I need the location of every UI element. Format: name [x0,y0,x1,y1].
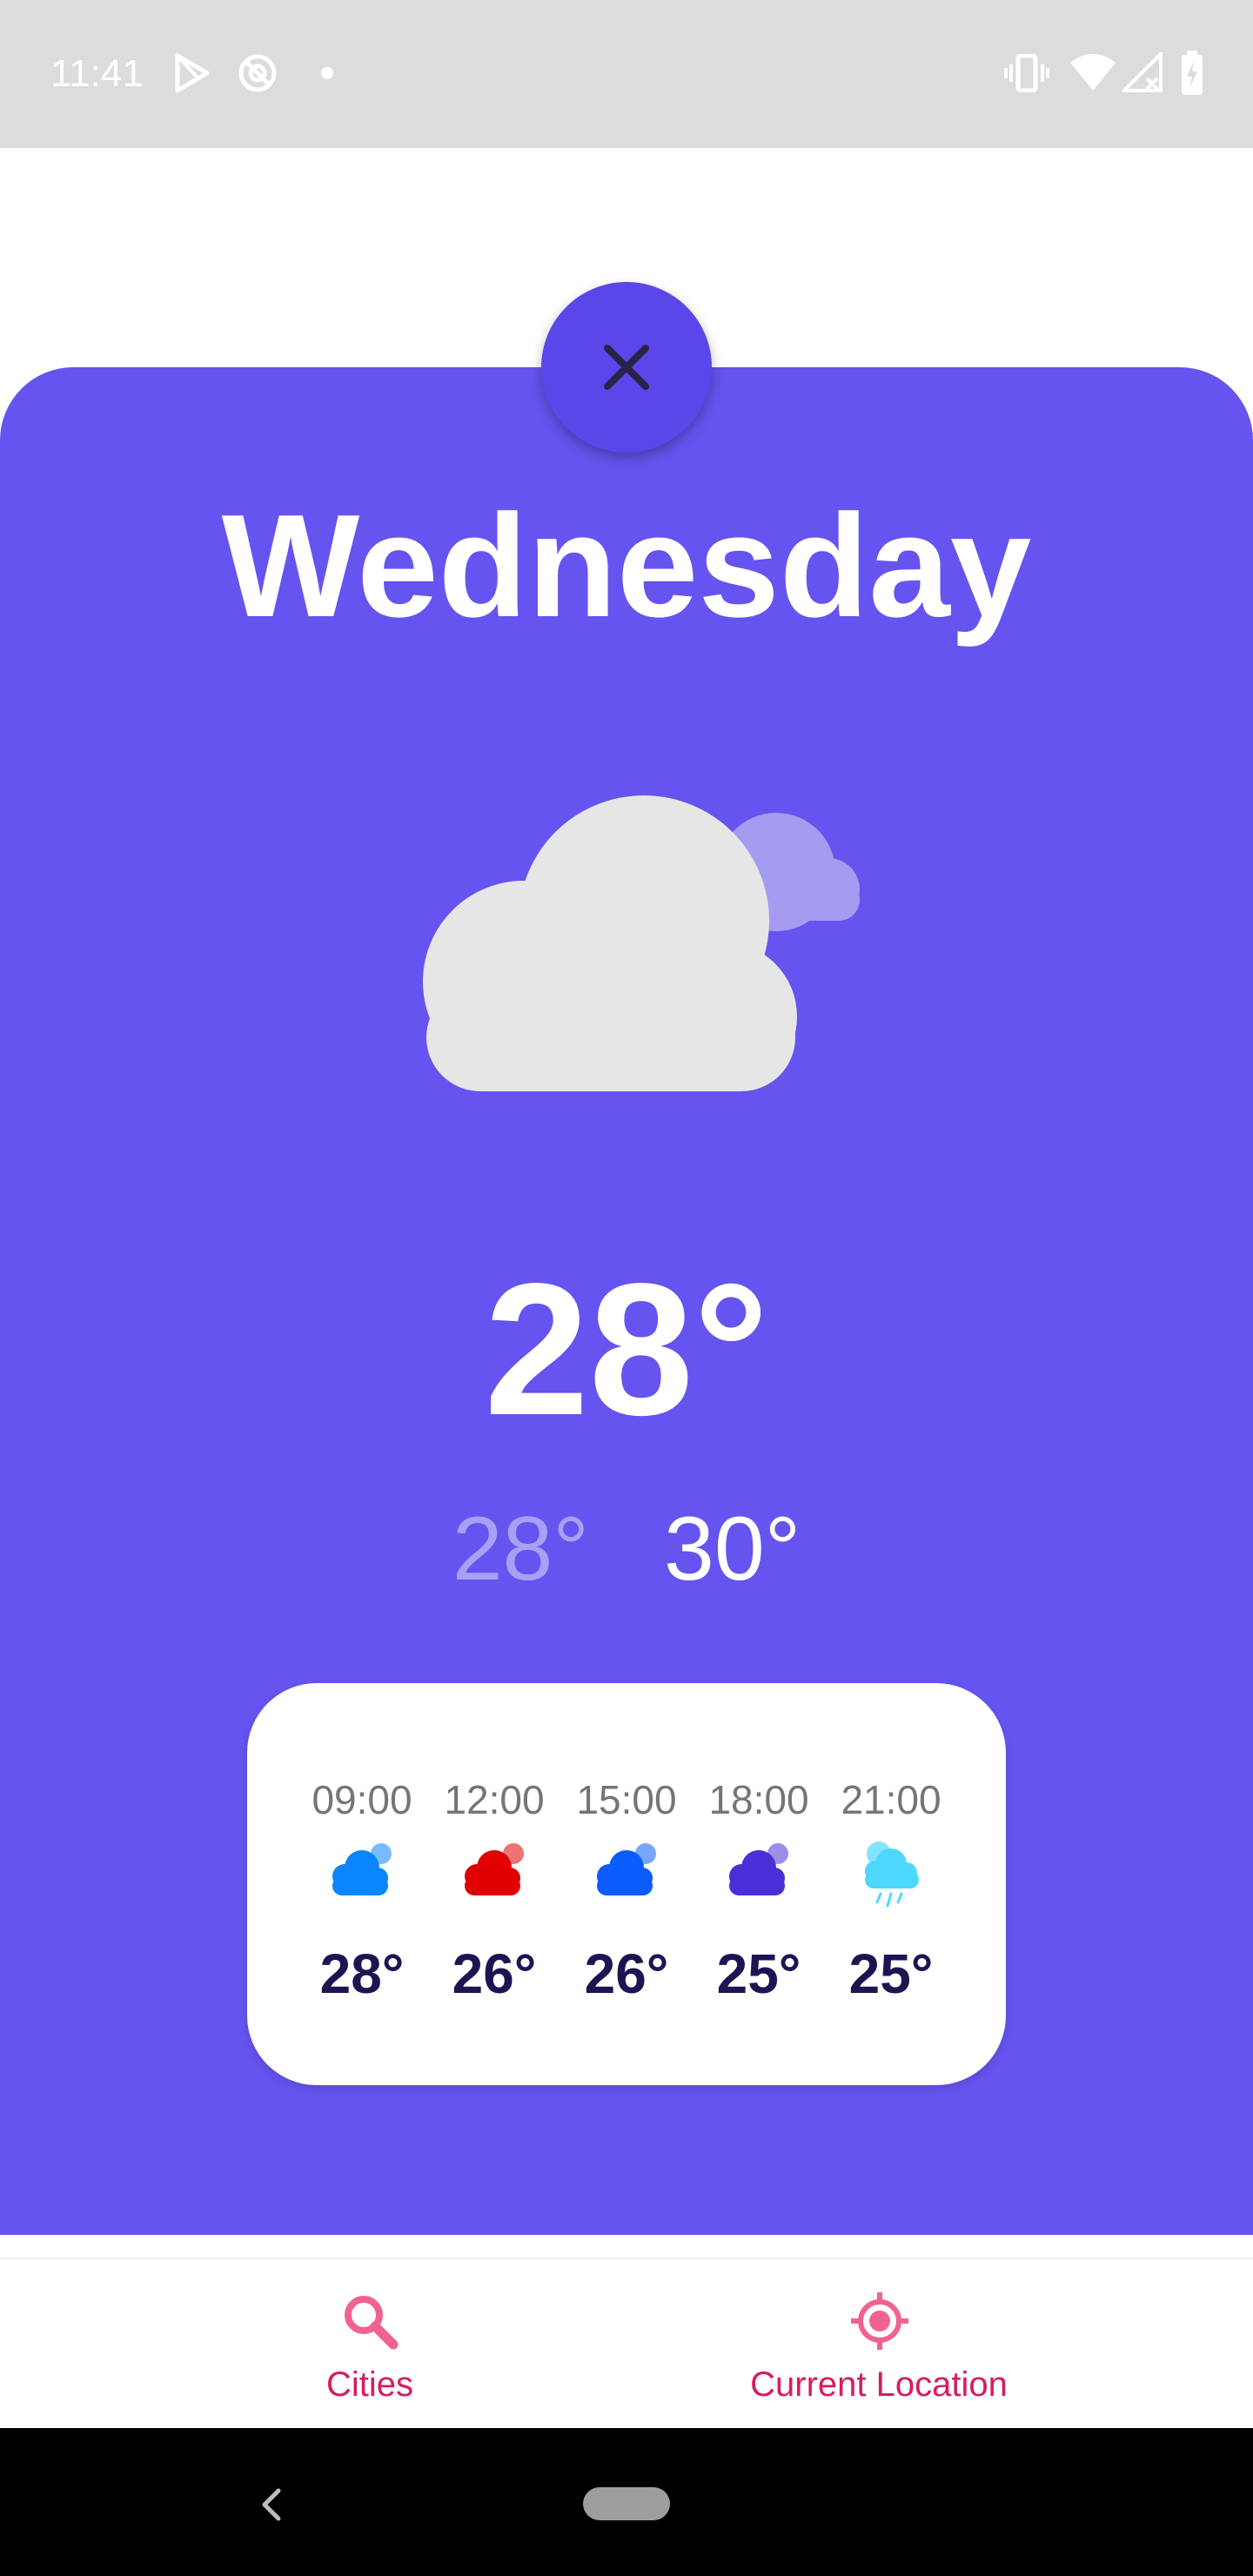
bottom-navigation: Cities Current Location [0,2257,1253,2430]
search-icon [339,2291,400,2356]
home-button[interactable] [583,2487,670,2520]
hour-temperature: 25° [716,1942,801,2005]
nav-item-current-location[interactable]: Current Location [679,2259,1079,2430]
wifi-icon [1069,52,1117,97]
vibrate-icon [1004,53,1049,97]
nav-label-current-location: Current Location [750,2365,1008,2404]
location-target-icon [849,2291,910,2356]
hourly-item: 18:00 25° [693,1683,825,2085]
status-bar: 11:41 [0,0,1253,148]
close-button[interactable] [541,282,712,453]
hourly-forecast-card: 09:00 28° 12:00 26° 15:00 26° 18:00 25° … [247,1683,1006,2085]
back-icon[interactable] [258,2485,284,2528]
cloud-icon [724,1840,794,1902]
hour-time: 09:00 [312,1777,412,1822]
hourly-item: 09:00 28° [296,1683,428,2085]
hourly-item: 12:00 26° [428,1683,560,2085]
hour-temperature: 26° [584,1942,669,2005]
temperature-range: 28° 30° [0,1497,1253,1601]
current-temperature: 28° [484,1244,769,1454]
cloudy-icon [392,792,861,1101]
hour-temperature: 26° [452,1942,537,2005]
cloud-icon [459,1840,529,1902]
close-icon [602,343,651,392]
day-title: Wednesday [221,484,1032,647]
hour-time: 18:00 [708,1777,809,1822]
hour-time: 12:00 [444,1777,545,1822]
max-temperature: 30° [664,1499,801,1600]
hour-time: 21:00 [841,1777,941,1822]
nav-label-cities: Cities [325,2365,414,2404]
min-temperature: 28° [452,1499,589,1600]
battery-charging-icon [1180,50,1204,100]
hourly-item: 21:00 25° [825,1683,957,2085]
hour-time: 15:00 [576,1777,677,1822]
cloud-icon [592,1840,661,1902]
rain-icon [856,1840,926,1917]
cloud-icon [327,1840,397,1902]
status-time: 11:41 [50,52,144,95]
hourly-item: 15:00 26° [560,1683,693,2085]
hour-temperature: 28° [319,1942,405,2005]
dot-icon [320,66,334,84]
nav-item-cities[interactable]: Cities [244,2259,496,2430]
signal-icon [1120,50,1163,97]
play-store-icon [172,52,212,98]
sync-icon [237,52,278,98]
hour-temperature: 25° [848,1942,934,2005]
